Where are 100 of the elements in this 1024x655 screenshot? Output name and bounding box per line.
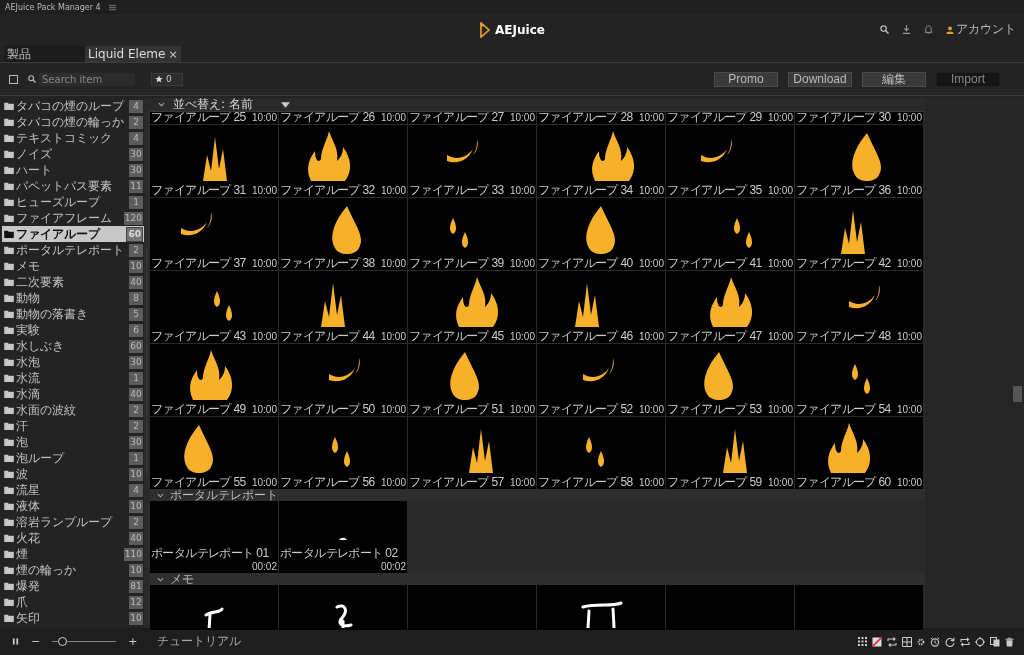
category-item[interactable]: 水泡 30 xyxy=(2,354,144,370)
alarm-clock-icon[interactable] xyxy=(930,636,940,647)
bell-icon[interactable] xyxy=(924,25,933,34)
asset-thumbnail[interactable]: ファイアループ 42 10:00 xyxy=(795,198,923,270)
category-item[interactable]: ファイアループ 60 xyxy=(2,226,144,242)
asset-thumbnail[interactable]: ファイアループ 43 10:00 xyxy=(150,271,278,343)
category-item[interactable]: 実験 6 xyxy=(2,322,144,338)
toolbar-button[interactable]: Promo xyxy=(714,71,778,87)
category-item[interactable]: ノイズ 30 xyxy=(2,146,144,162)
category-item[interactable]: 波 10 xyxy=(2,466,144,482)
asset-thumbnail[interactable]: ポータルテレポート 01 00:02 xyxy=(150,501,278,573)
asset-thumbnail[interactable]: ポータルテレポート 02 00:02 xyxy=(279,501,407,573)
asset-thumbnail[interactable] xyxy=(795,585,923,630)
asset-thumbnail[interactable]: ファイアループ 41 10:00 xyxy=(666,198,794,270)
target-icon[interactable] xyxy=(975,636,985,647)
asset-thumbnail[interactable]: ファイアループ 52 10:00 xyxy=(537,344,665,416)
asset-thumbnail[interactable]: ファイアループ 32 10:00 xyxy=(279,125,407,197)
category-item[interactable]: ハート 30 xyxy=(2,162,144,178)
category-item[interactable]: 火花 40 xyxy=(2,530,144,546)
tab[interactable]: 製品 xyxy=(4,46,85,62)
category-item[interactable]: 水しぶき 60 xyxy=(2,338,144,354)
category-item[interactable]: パペットパス要素 11 xyxy=(2,178,144,194)
category-item[interactable]: メモ 10 xyxy=(2,258,144,274)
asset-thumbnail[interactable]: ファイアループ 35 10:00 xyxy=(666,125,794,197)
asset-thumbnail[interactable]: ファイアループ 31 10:00 xyxy=(150,125,278,197)
zoom-slider[interactable] xyxy=(52,637,117,646)
asset-thumbnail[interactable] xyxy=(537,585,665,630)
zoom-out-button[interactable]: − xyxy=(29,635,43,648)
sort-bar[interactable]: 並べ替え: 名前 xyxy=(150,98,925,112)
asset-thumbnail[interactable]: ファイアループ 47 10:00 xyxy=(666,271,794,343)
slider-thumb[interactable] xyxy=(57,637,67,646)
account-button[interactable]: アカウント xyxy=(946,21,1016,38)
toolbar-button[interactable]: 編集 xyxy=(862,71,926,87)
loop-icon[interactable] xyxy=(887,636,897,647)
download-icon[interactable] xyxy=(902,25,911,34)
refresh-icon[interactable] xyxy=(945,636,955,647)
close-button[interactable]: × xyxy=(167,48,179,60)
category-item[interactable]: 動物 8 xyxy=(2,290,144,306)
asset-thumbnail[interactable]: ファイアループ 57 10:00 xyxy=(408,417,536,489)
category-item[interactable]: 泡ループ 1 xyxy=(2,450,144,466)
tutorial-link[interactable]: チュートリアル xyxy=(157,633,242,650)
category-item[interactable]: ポータルテレポート 2 xyxy=(2,242,144,258)
category-item[interactable]: 矢印 10 xyxy=(2,610,144,626)
asset-thumbnail[interactable]: ファイアループ 49 10:00 xyxy=(150,344,278,416)
toolbar-button[interactable]: Import xyxy=(936,71,1000,87)
category-item[interactable]: 液体 10 xyxy=(2,498,144,514)
menu-icon[interactable] xyxy=(108,3,116,11)
zoom-in-button[interactable]: + xyxy=(126,635,140,648)
asset-thumbnail[interactable] xyxy=(150,585,278,630)
category-item[interactable]: 汗 2 xyxy=(2,418,144,434)
category-item[interactable]: 水滴 40 xyxy=(2,386,144,402)
asset-thumbnail[interactable]: ファイアループ 50 10:00 xyxy=(279,344,407,416)
asset-thumbnail[interactable]: ファイアループ 59 10:00 xyxy=(666,417,794,489)
grid-icon[interactable] xyxy=(858,637,867,646)
section-header[interactable]: メモ xyxy=(150,573,925,585)
category-item[interactable]: 流星 4 xyxy=(2,482,144,498)
tab[interactable]: Liquid Eleme × xyxy=(85,46,181,62)
asset-thumbnail[interactable]: ファイアループ 58 10:00 xyxy=(537,417,665,489)
asset-thumbnail[interactable]: ファイアループ 44 10:00 xyxy=(279,271,407,343)
table-icon[interactable] xyxy=(902,636,912,647)
category-item[interactable]: テキストコミック 4 xyxy=(2,130,144,146)
asset-thumbnail[interactable]: ファイアループ 40 10:00 xyxy=(537,198,665,270)
section-header[interactable]: ポータルテレポート xyxy=(150,489,925,501)
asset-thumbnail[interactable]: ファイアループ 53 10:00 xyxy=(666,344,794,416)
category-item[interactable]: 爆発 81 xyxy=(2,578,144,594)
category-item[interactable]: タバコの煙の輪っか 2 xyxy=(2,114,144,130)
category-item[interactable]: 水流 1 xyxy=(2,370,144,386)
pause-icon[interactable] xyxy=(12,638,19,645)
asset-thumbnail[interactable]: ファイアループ 37 10:00 xyxy=(150,198,278,270)
category-item[interactable]: 水面の波紋 2 xyxy=(2,402,144,418)
asset-thumbnail[interactable]: ファイアループ 33 10:00 xyxy=(408,125,536,197)
search-icon[interactable] xyxy=(880,25,889,34)
category-item[interactable]: ファイアフレーム 120 xyxy=(2,210,144,226)
category-item[interactable]: 二次要素 40 xyxy=(2,274,144,290)
asset-thumbnail[interactable]: ファイアループ 46 10:00 xyxy=(537,271,665,343)
asset-thumbnail[interactable] xyxy=(279,585,407,630)
asset-thumbnail[interactable]: ファイアループ 45 10:00 xyxy=(408,271,536,343)
asset-thumbnail[interactable]: ファイアループ 60 10:00 xyxy=(795,417,923,489)
checkbox[interactable] xyxy=(9,74,18,84)
asset-thumbnail[interactable]: ファイアループ 38 10:00 xyxy=(279,198,407,270)
asset-thumbnail[interactable]: ファイアループ 48 10:00 xyxy=(795,271,923,343)
toolbar-button[interactable]: Download xyxy=(788,71,852,87)
asset-thumbnail[interactable]: ファイアループ 54 10:00 xyxy=(795,344,923,416)
asset-thumbnail[interactable]: ファイアループ 39 10:00 xyxy=(408,198,536,270)
favorites-button[interactable]: 0 xyxy=(151,72,183,86)
category-item[interactable]: タバコの煙のループ 4 xyxy=(2,98,144,114)
category-item[interactable]: 煙の輪っか 10 xyxy=(2,562,144,578)
copy-icon[interactable] xyxy=(990,636,1000,647)
slashed-square-icon[interactable] xyxy=(872,636,882,647)
asset-thumbnail[interactable]: ファイアループ 51 10:00 xyxy=(408,344,536,416)
trash-icon[interactable] xyxy=(1005,636,1014,647)
search-field[interactable]: Search item xyxy=(39,72,135,86)
gear-icon[interactable] xyxy=(917,637,925,646)
asset-thumbnail[interactable] xyxy=(666,585,794,630)
category-item[interactable]: 泡 30 xyxy=(2,434,144,450)
repeat-icon[interactable] xyxy=(960,636,970,647)
asset-thumbnail[interactable]: ファイアループ 34 10:00 xyxy=(537,125,665,197)
category-item[interactable]: ヒューズループ 1 xyxy=(2,194,144,210)
category-item[interactable]: 溶岩ランプループ 2 xyxy=(2,514,144,530)
scrollbar[interactable] xyxy=(144,98,150,628)
